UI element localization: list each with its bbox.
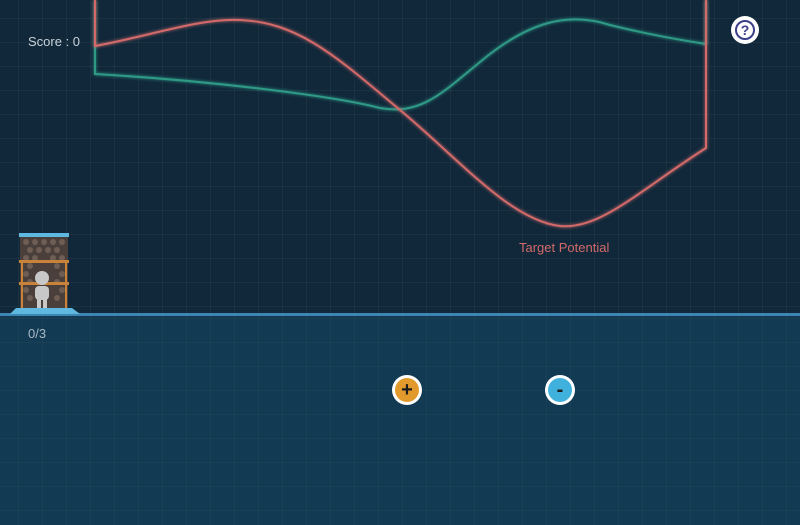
add-charge-button[interactable]: + [392,375,422,405]
current-potential-curve [94,0,707,111]
target-potential-label: Target Potential [519,240,610,255]
question-mark-icon: ? [735,20,755,40]
minus-icon: - [548,378,572,402]
remove-charge-button[interactable]: - [545,375,575,405]
help-button[interactable]: ? [731,16,759,44]
plus-icon: + [395,378,419,402]
score-label: Score : 0 [28,34,81,49]
target-potential-curve [94,0,707,228]
particle-emitter-tower-icon [10,233,80,314]
particle-progress-counter: 0/3 [28,326,47,341]
potential-graph [94,0,707,228]
control-panel [0,316,800,525]
